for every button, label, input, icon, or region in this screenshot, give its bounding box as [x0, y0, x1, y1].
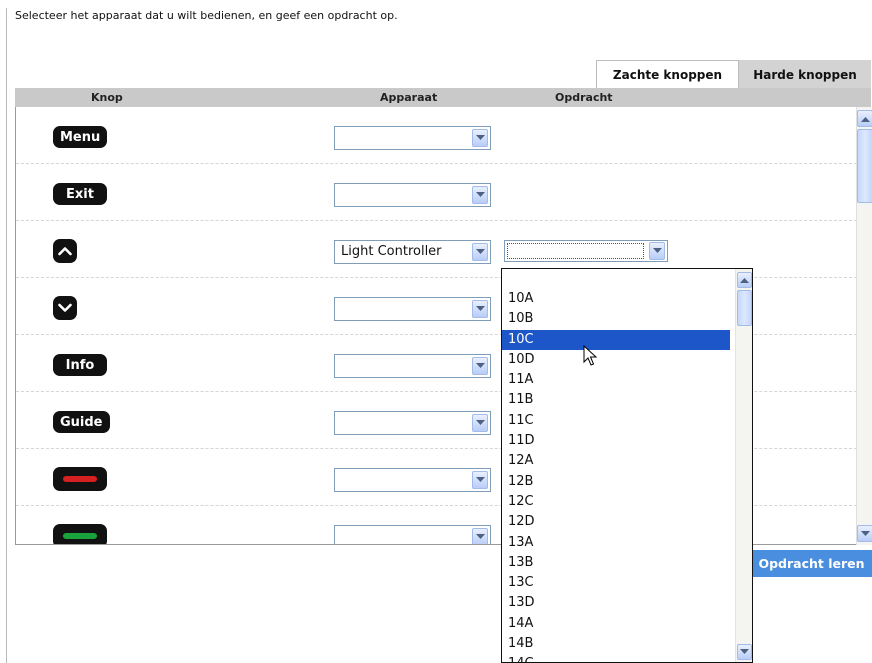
table-header: Knop Apparaat Opdracht	[15, 88, 871, 107]
dropdown-option[interactable]: 14C	[502, 654, 730, 662]
command-select-focus	[507, 243, 644, 259]
exit-button[interactable]: Exit	[53, 183, 107, 205]
device-select[interactable]	[334, 468, 491, 492]
up-arrow-icon[interactable]	[53, 239, 77, 263]
left-border	[6, 8, 7, 663]
device-select[interactable]	[334, 525, 491, 544]
tab-zachte-knoppen[interactable]: Zachte knoppen	[596, 60, 739, 88]
guide-button[interactable]: Guide	[53, 411, 110, 433]
dropdown-option[interactable]: 11C	[502, 411, 730, 431]
dropdown-option[interactable]: 12C	[502, 492, 730, 512]
chevron-down-icon[interactable]	[472, 471, 488, 489]
green-bar	[63, 533, 97, 539]
device-select[interactable]: Light Controller	[334, 240, 491, 264]
red-button-icon[interactable]	[53, 467, 107, 491]
device-select[interactable]	[334, 354, 491, 378]
dropdown-option[interactable]: 14A	[502, 614, 730, 634]
column-header-knop: Knop	[91, 91, 123, 104]
column-header-apparaat: Apparaat	[380, 91, 438, 104]
chevron-down-icon[interactable]	[472, 528, 488, 544]
dropdown-option[interactable]: 14B	[502, 634, 730, 654]
green-button-icon[interactable]	[53, 524, 107, 544]
dropdown-option[interactable]: 12A	[502, 451, 730, 471]
red-bar	[63, 476, 97, 482]
chevron-down-icon[interactable]	[472, 186, 488, 204]
dropdown-option[interactable]: 10D	[502, 350, 730, 370]
dropdown-option[interactable]: 10C	[502, 329, 730, 350]
device-select-value: Light Controller	[341, 244, 442, 259]
chevron-down-icon[interactable]	[472, 300, 488, 318]
dropdown-option[interactable]: 13A	[502, 533, 730, 553]
learn-command-button[interactable]: Opdracht leren	[751, 550, 872, 577]
dropdown-option[interactable]: 13C	[502, 573, 730, 593]
dropdown-option[interactable]: 10B	[502, 309, 730, 329]
menu-button[interactable]: Menu	[53, 126, 108, 148]
scroll-down-icon[interactable]	[857, 525, 872, 542]
chevron-down-icon[interactable]	[472, 357, 488, 375]
dropdown-scrollbar[interactable]	[735, 269, 752, 662]
device-select[interactable]	[334, 183, 491, 207]
chevron-down-icon[interactable]	[472, 129, 488, 147]
info-button[interactable]: Info	[53, 354, 107, 376]
chevron-down-icon[interactable]	[472, 243, 488, 261]
down-arrow-icon[interactable]	[53, 296, 77, 320]
instruction-text: Selecteer het apparaat dat u wilt bedien…	[15, 9, 398, 22]
device-select[interactable]	[334, 126, 491, 150]
dropdown-option[interactable]: 12B	[502, 472, 730, 492]
scroll-up-icon[interactable]	[737, 272, 752, 288]
dropdown-option[interactable]: 13B	[502, 553, 730, 573]
table-row: Menu	[16, 107, 856, 164]
device-select[interactable]	[334, 411, 491, 435]
column-header-opdracht: Opdracht	[555, 91, 613, 104]
dropdown-option[interactable]: 11A	[502, 370, 730, 390]
scrollbar-thumb[interactable]	[737, 290, 752, 326]
scroll-down-icon[interactable]	[737, 644, 752, 660]
chevron-down-icon[interactable]	[472, 414, 488, 432]
command-dropdown-list[interactable]: 10A 10B 10C 10D 11A 11B 11C 11D 12A 12B 12C 12D 13A 1…	[501, 268, 753, 663]
device-select[interactable]	[334, 297, 491, 321]
dropdown-option[interactable]: 13D	[502, 593, 730, 613]
dropdown-option[interactable]: 11D	[502, 431, 730, 451]
vertical-scrollbar[interactable]	[856, 107, 872, 545]
mouse-cursor-icon	[583, 345, 598, 366]
dropdown-option[interactable]: 12D	[502, 512, 730, 532]
dropdown-option[interactable]: 10A	[502, 289, 730, 309]
dropdown-option[interactable]: 11B	[502, 390, 730, 410]
command-select[interactable]	[504, 240, 668, 262]
scroll-up-icon[interactable]	[857, 110, 872, 127]
scrollbar-thumb[interactable]	[857, 129, 872, 203]
chevron-down-icon[interactable]	[649, 242, 665, 260]
tab-harde-knoppen[interactable]: Harde knoppen	[739, 60, 871, 88]
table-row: Exit	[16, 164, 856, 221]
command-options: 10A 10B 10C 10D 11A 11B 11C 11D 12A 12B 12C 12D 13A 1…	[502, 289, 730, 662]
